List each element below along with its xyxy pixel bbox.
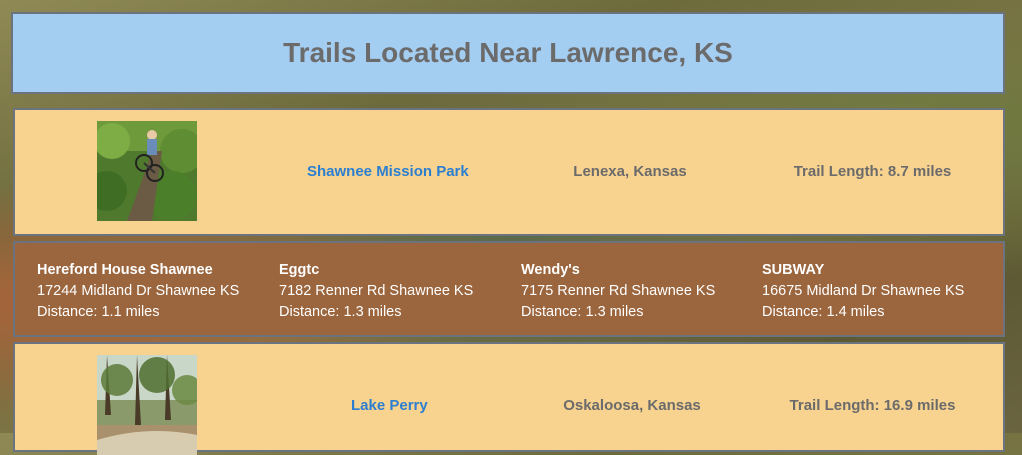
restaurant-distance: Distance: 1.4 miles — [762, 304, 885, 320]
page-header: Trails Located Near Lawrence, KS — [11, 12, 1005, 94]
restaurant-address: 16675 Midland Dr Shawnee KS — [762, 283, 965, 299]
restaurant-name: SUBWAY — [762, 262, 825, 278]
trail-name-link[interactable]: Lake Perry — [351, 397, 521, 414]
restaurant-name: Wendy's — [521, 262, 580, 278]
trail-card: Shawnee Mission Park Lenexa, Kansas Trai… — [13, 108, 1005, 236]
trail-length: Trail Length: 16.9 miles — [789, 397, 956, 414]
trail-card: Lake Perry Oskaloosa, Kansas Trail Lengt… — [13, 342, 1005, 455]
restaurant-item: Eggtc 7182 Renner Rd Shawnee KS Distance… — [279, 260, 519, 323]
restaurant-distance: Distance: 1.1 miles — [37, 304, 160, 320]
restaurant-address: 7182 Renner Rd Shawnee KS — [279, 283, 474, 299]
trail-location: Lenexa, Kansas — [573, 163, 687, 180]
restaurant-distance: Distance: 1.3 miles — [279, 304, 402, 320]
trail-photo — [97, 355, 197, 455]
page-title: Trails Located Near Lawrence, KS — [283, 37, 733, 68]
trail-location: Oskaloosa, Kansas — [563, 397, 701, 414]
restaurant-item: Wendy's 7175 Renner Rd Shawnee KS Distan… — [521, 260, 761, 323]
restaurant-item: Hereford House Shawnee 17244 Midland Dr … — [37, 260, 277, 323]
trail-photo — [97, 121, 197, 221]
trail-length: Trail Length: 8.7 miles — [793, 163, 952, 180]
restaurant-name: Hereford House Shawnee — [37, 262, 213, 278]
nearby-restaurants-card: Hereford House Shawnee 17244 Midland Dr … — [13, 241, 1005, 337]
restaurant-address: 17244 Midland Dr Shawnee KS — [37, 283, 240, 299]
restaurant-address: 7175 Renner Rd Shawnee KS — [521, 283, 716, 299]
trail-name-link[interactable]: Shawnee Mission Park — [307, 163, 477, 180]
restaurant-item: SUBWAY 16675 Midland Dr Shawnee KS Dista… — [762, 260, 1002, 323]
restaurant-distance: Distance: 1.3 miles — [521, 304, 644, 320]
restaurant-name: Eggtc — [279, 262, 320, 278]
